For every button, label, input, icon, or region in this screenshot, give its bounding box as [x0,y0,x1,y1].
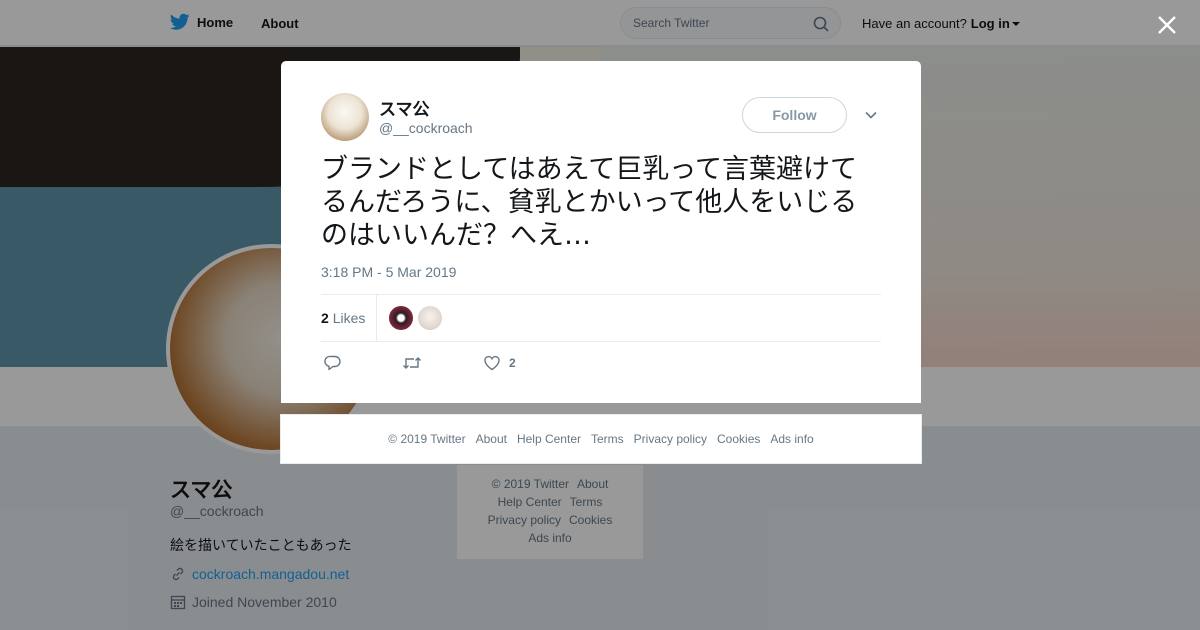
liker-avatar[interactable] [418,306,442,330]
footer-ads-info[interactable]: Ads info [770,432,813,446]
heart-icon [484,355,500,371]
retweet-button[interactable] [402,354,422,372]
follow-button[interactable]: Follow [742,97,847,133]
footer-about[interactable]: About [476,432,507,446]
chevron-down-icon[interactable] [863,107,879,123]
tweet-timestamp[interactable]: 3:18 PM - 5 Mar 2019 [321,264,456,280]
close-icon[interactable] [1154,12,1180,38]
footer-terms[interactable]: Terms [591,432,624,446]
tweet-modal: スマ公 @__cockroach Follow ブランドとしてはあえて巨乳って言… [281,61,921,403]
likes-label: Likes [332,310,366,326]
divider [321,294,881,295]
tweet-author-avatar[interactable] [321,93,369,141]
likes-stat[interactable]: 2 Likes [321,310,365,326]
tweet-author-name[interactable]: スマ公 [379,95,430,120]
tweet-author-handle[interactable]: @__cockroach [379,120,473,136]
divider [321,341,881,342]
reply-icon [324,355,341,371]
liker-avatar[interactable] [389,306,413,330]
likes-count: 2 [321,310,329,326]
tweet-text: ブランドとしてはあえて巨乳って言葉避けてるんだろうに、貧乳とかいって他人をいじる… [321,154,858,251]
divider [376,295,377,341]
footer-privacy[interactable]: Privacy policy [634,432,707,446]
footer-cookies[interactable]: Cookies [717,432,760,446]
retweet-icon [403,357,421,369]
like-button[interactable]: 2 [483,354,516,372]
footer-copyright[interactable]: © 2019 Twitter [388,432,465,446]
like-count: 2 [509,356,516,370]
modal-footer: © 2019 Twitter About Help Center Terms Priva… [280,414,922,464]
footer-help-center[interactable]: Help Center [517,432,581,446]
reply-button[interactable] [324,354,342,372]
